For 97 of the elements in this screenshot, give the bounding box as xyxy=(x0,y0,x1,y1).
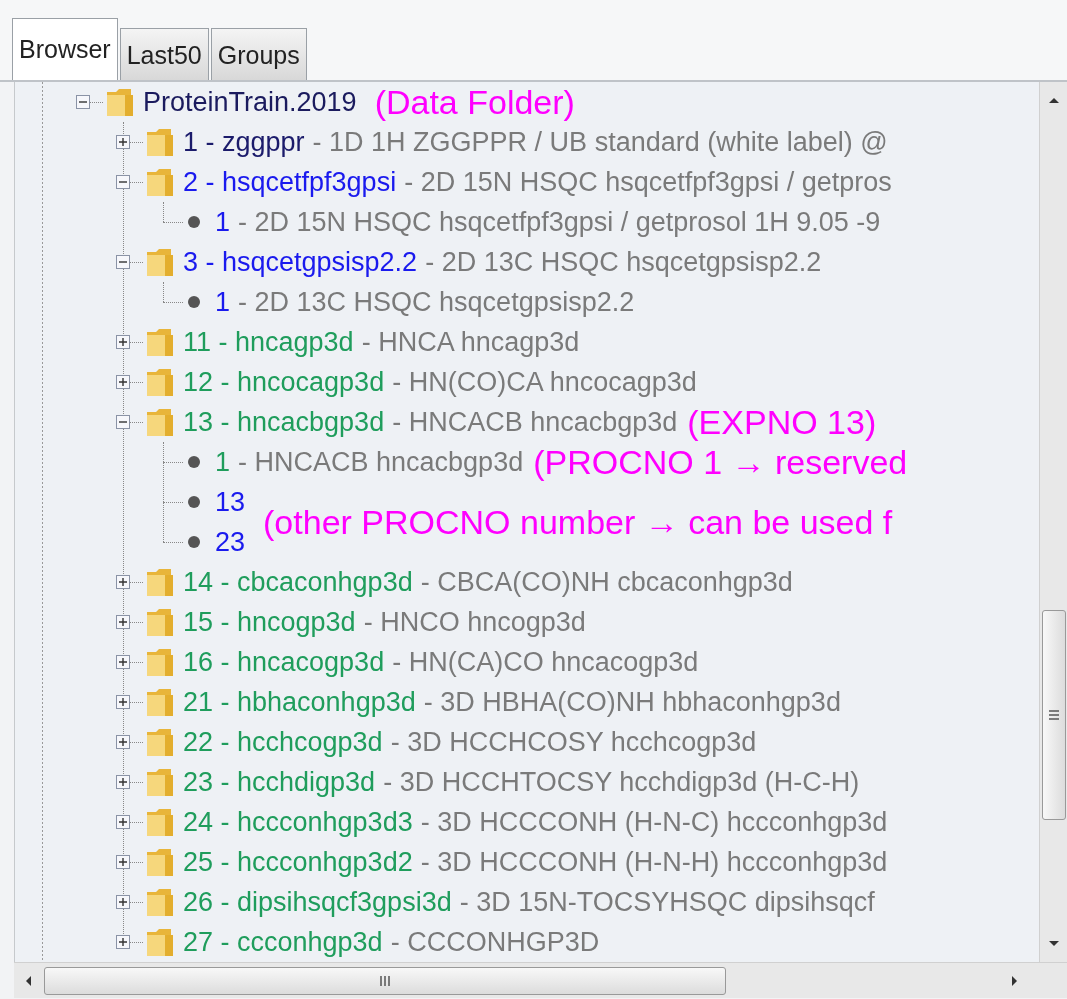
grip-icon xyxy=(379,974,391,987)
expand-toggle[interactable] xyxy=(116,895,130,909)
folder-icon xyxy=(145,406,175,438)
procno-name[interactable]: 23 xyxy=(215,521,246,563)
folder-name[interactable]: 1 - zggppr xyxy=(183,121,305,163)
collapse-toggle[interactable] xyxy=(116,255,130,269)
description-text: - HN(CO)CA hncocagp3d xyxy=(392,365,697,399)
expand-toggle[interactable] xyxy=(116,855,130,869)
dot-icon xyxy=(187,455,201,469)
expand-toggle[interactable] xyxy=(116,735,130,749)
annotation-text: (other PROCNO number → can be used f xyxy=(263,502,893,542)
dot-icon xyxy=(187,535,201,549)
folder-name[interactable]: ProteinTrain.2019 xyxy=(143,82,357,123)
description-text: - HNCACB hncacbgp3d xyxy=(238,445,524,479)
folder-name[interactable]: 24 - hccconhgp3d3 xyxy=(183,801,413,843)
expand-toggle[interactable] xyxy=(116,935,130,949)
description-text: - 2D 13C HSQC hsqcetgpsisp2.2 xyxy=(425,245,822,279)
folder-name[interactable]: 23 - hcchdigp3d xyxy=(183,761,376,803)
scroll-thumb[interactable] xyxy=(44,966,726,995)
vertical-scrollbar[interactable] xyxy=(1039,82,1067,962)
folder-icon xyxy=(145,726,175,758)
folder-icon xyxy=(145,606,175,638)
tab[interactable]: Last50 xyxy=(119,28,209,80)
folder-name[interactable]: 14 - cbcaconhgp3d xyxy=(183,561,413,603)
folder-icon xyxy=(145,846,175,878)
procno-name[interactable]: 1 xyxy=(215,281,231,323)
scroll-down-icon[interactable] xyxy=(1047,940,1060,948)
folder-icon xyxy=(145,646,175,678)
dot-icon xyxy=(187,495,201,509)
collapse-toggle[interactable] xyxy=(116,175,130,189)
folder-name[interactable]: 16 - hncacogp3d xyxy=(183,641,385,683)
folder-icon xyxy=(145,806,175,838)
description-text: - HN(CA)CO hncacogp3d xyxy=(392,645,699,679)
description-text: - CCCONHGP3D xyxy=(390,925,600,959)
folder-icon xyxy=(145,886,175,918)
folder-name[interactable]: 25 - hccconhgp3d2 xyxy=(183,841,413,883)
description-text: - HNCACB hncacbgp3d xyxy=(392,405,678,439)
annotation-text: (EXPNO 13) xyxy=(687,402,877,442)
description-text: - 3D HBHA(CO)NH hbhaconhgp3d xyxy=(423,685,841,719)
expand-toggle[interactable] xyxy=(116,775,130,789)
description-text: - HNCA hncagp3d xyxy=(361,325,580,359)
folder-name[interactable]: 27 - ccconhgp3d xyxy=(183,921,383,962)
folder-name[interactable]: 2 - hsqcetfpf3gpsi xyxy=(183,161,397,203)
procno-name[interactable]: 13 xyxy=(215,481,246,523)
horizontal-scrollbar[interactable] xyxy=(14,962,1067,998)
folder-icon xyxy=(145,686,175,718)
description-text: - CBCA(CO)NH cbcaconhgp3d xyxy=(420,565,793,599)
description-text: - 2D 15N HSQC hsqcetfpf3gpsi / getpros xyxy=(404,165,892,199)
description-text: - 3D HCCCONH (H-N-C) hccconhgp3d xyxy=(420,805,888,839)
tab[interactable]: Browser xyxy=(12,18,118,80)
procno-name[interactable]: 1 xyxy=(215,201,231,243)
folder-name[interactable]: 21 - hbhaconhgp3d xyxy=(183,681,416,723)
expand-toggle[interactable] xyxy=(116,375,130,389)
scroll-left-icon[interactable] xyxy=(24,974,32,987)
description-text: - 2D 15N HSQC hsqcetfpf3gpsi / getprosol 1H 9.05 -9 xyxy=(238,205,881,239)
folder-icon xyxy=(145,126,175,158)
folder-name[interactable]: 13 - hncacbgp3d xyxy=(183,401,385,443)
expand-toggle[interactable] xyxy=(116,615,130,629)
folder-icon xyxy=(105,86,135,118)
dot-icon xyxy=(187,295,201,309)
scroll-up-icon[interactable] xyxy=(1047,96,1060,104)
folder-name[interactable]: 22 - hcchcogp3d xyxy=(183,721,383,763)
expand-toggle[interactable] xyxy=(116,135,130,149)
scroll-thumb[interactable] xyxy=(1041,610,1066,820)
dot-icon xyxy=(187,215,201,229)
expand-toggle[interactable] xyxy=(116,815,130,829)
folder-icon xyxy=(145,326,175,358)
annotation-text: (Data Folder) xyxy=(374,82,575,122)
collapse-toggle[interactable] xyxy=(116,415,130,429)
grip-icon xyxy=(1047,710,1060,720)
procno-name[interactable]: 1 xyxy=(215,441,231,483)
expand-toggle[interactable] xyxy=(116,655,130,669)
folder-icon xyxy=(145,766,175,798)
collapse-toggle[interactable] xyxy=(76,95,90,109)
folder-name[interactable]: 26 - dipsihsqcf3gpsi3d xyxy=(183,881,452,923)
annotation-text: (PROCNO 1 → reserved xyxy=(533,442,908,482)
folder-icon xyxy=(145,566,175,598)
tab[interactable]: Groups xyxy=(210,28,307,80)
folder-icon xyxy=(145,166,175,198)
folder-name[interactable]: 11 - hncagp3d xyxy=(183,321,354,363)
description-text: - 3D HCCHCOSY hcchcogp3d xyxy=(390,725,757,759)
scroll-right-icon[interactable] xyxy=(1011,974,1019,987)
expand-toggle[interactable] xyxy=(116,575,130,589)
description-text: - 2D 13C HSQC hsqcetgpsisp2.2 xyxy=(238,285,635,319)
expand-toggle[interactable] xyxy=(116,335,130,349)
folder-icon xyxy=(145,366,175,398)
description-text: - HNCO hncogp3d xyxy=(363,605,586,639)
folder-name[interactable]: 3 - hsqcetgpsisp2.2 xyxy=(183,241,418,283)
description-text: - 3D HCCHTOCSY hcchdigp3d (H-C-H) xyxy=(383,765,860,799)
folder-icon xyxy=(145,246,175,278)
description-text: - 3D 15N-TOCSYHSQC dipsihsqcf xyxy=(459,885,875,919)
folder-name[interactable]: 12 - hncocagp3d xyxy=(183,361,385,403)
folder-name[interactable]: 15 - hncogp3d xyxy=(183,601,356,643)
folder-icon xyxy=(145,926,175,958)
description-text: - 1D 1H ZGGPPR / UB standard (white label) @ xyxy=(312,125,888,159)
expand-toggle[interactable] xyxy=(116,695,130,709)
description-text: - 3D HCCCONH (H-N-H) hccconhgp3d xyxy=(420,845,888,879)
